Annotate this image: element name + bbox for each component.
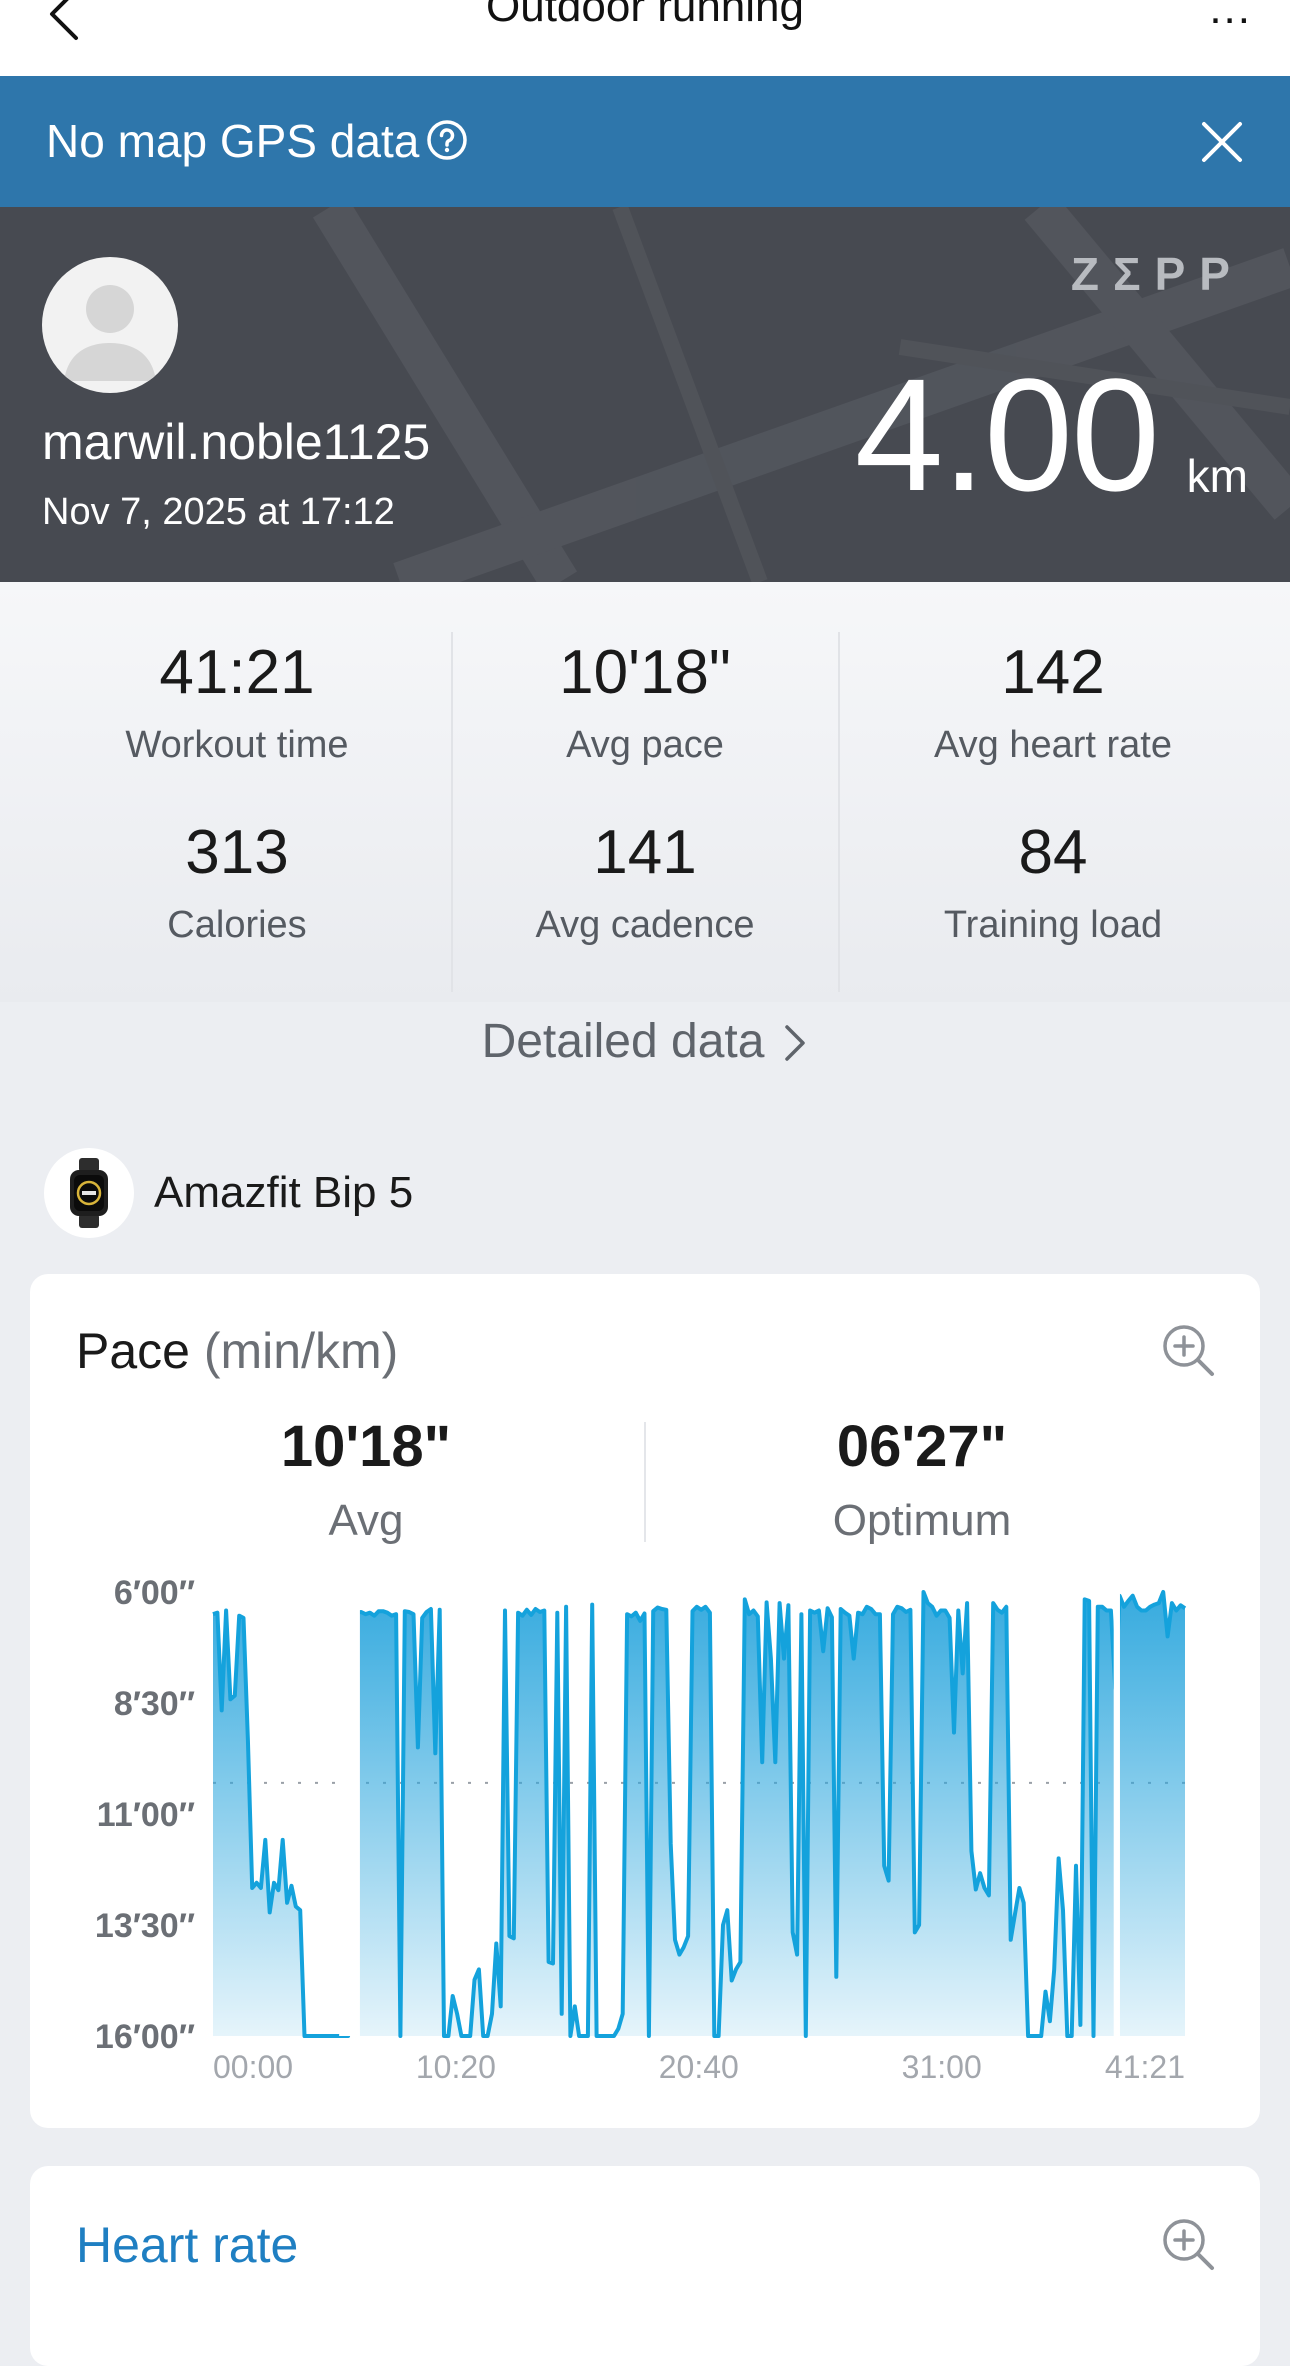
stat-label: Avg cadence [535,904,755,946]
x-tick-label: 31:00 [902,2049,982,2085]
data-gap [339,1582,360,2036]
pace-title: Pace [76,1323,190,1379]
divider [451,632,453,992]
pace-optimum-label: Optimum [832,1496,1012,1545]
user-silhouette-icon [64,285,156,381]
pace-chart: 6′00″ 8′30″ 11′00″ 13′30″ 16′00″ 00:00 10:20 2… [95,1574,1187,2085]
heart-rate-title[interactable]: Heart rate [76,2216,298,2274]
pace-avg-summary: 10'18" Avg [86,1418,646,1546]
workout-datetime: Nov 7, 2025 at 17:12 [42,491,395,533]
chevron-right-icon [785,1025,806,1061]
stat-label: Avg pace [566,724,724,766]
more-options-icon[interactable]: ... [1209,0,1252,34]
stat-calories: 313 Calories [47,822,427,947]
no-gps-banner: No map GPS data [0,76,1290,207]
detailed-data-label: Detailed data [481,1015,765,1068]
distance-value: 4.00 [854,345,1160,524]
stat-training-load: 84 Training load [863,822,1243,947]
pace-avg-value: 10'18" [280,1414,452,1479]
stat-avg-heart-rate: 142 Avg heart rate [863,642,1243,767]
stat-avg-cadence: 141 Avg cadence [455,822,835,947]
stat-value: 313 [185,818,289,887]
heart-rate-card: Heart rate [30,2166,1260,2366]
pace-card-title: Pace (min/km) [76,1322,398,1380]
no-gps-banner-text: No map GPS data [46,115,420,167]
y-tick-label: 11′00″ [97,1796,195,1834]
stat-value: 10'18" [559,638,731,707]
y-tick-label: 6′00″ [114,1574,195,1612]
stat-label: Workout time [125,724,349,766]
x-tick-label: 20:40 [659,2049,739,2085]
x-tick-label: 41:21 [1105,2049,1185,2085]
watch-icon [44,1148,134,1238]
distance-unit: km [1186,450,1248,502]
avatar[interactable] [42,257,178,393]
workout-hero: marwil.noble1125 Nov 7, 2025 at 17:12 ZΣ… [0,207,1290,582]
help-circle-icon[interactable] [426,119,468,161]
stat-value: 142 [1001,638,1105,707]
stat-label: Training load [943,904,1163,946]
page-title: Outdoor running [486,0,804,31]
y-tick-label: 13′30″ [95,1907,195,1945]
stat-value: 141 [593,818,697,887]
stats-grid: 41:21 Workout time 10'18" Avg pace 142 A… [0,582,1290,1068]
data-gap [1113,1582,1120,2036]
x-tick-label: 00:00 [213,2049,293,2085]
pace-optimum-summary: 06'27" Optimum [642,1418,1202,1546]
stat-workout-time: 41:21 Workout time [47,642,427,767]
zoom-in-icon[interactable] [1160,1322,1216,1378]
zepp-logo: ZΣPP [1070,248,1244,300]
username: marwil.noble1125 [42,414,431,470]
divider [838,632,840,992]
close-icon[interactable] [1200,120,1244,164]
device-name: Amazfit Bip 5 [154,1168,414,1217]
pace-unit: (min/km) [203,1323,399,1379]
y-tick-label: 8′30″ [114,1685,195,1723]
y-tick-label: 16′00″ [95,2018,195,2056]
stat-label: Avg heart rate [933,724,1172,766]
top-bar: Outdoor running ... [0,0,1290,76]
pace-card: Pace (min/km) 10'18" Avg 06'27" Optimum … [30,1274,1260,2128]
stat-label: Calories [167,904,307,946]
x-tick-label: 10:20 [416,2049,496,2085]
stat-value: 41:21 [159,638,315,707]
pace-optimum-value: 06'27" [836,1414,1008,1479]
zoom-in-icon[interactable] [1160,2216,1216,2272]
stat-avg-pace: 10'18" Avg pace [455,642,835,767]
detailed-data-link[interactable]: Detailed data [0,1014,1290,1069]
pace-avg-label: Avg [328,1496,404,1545]
stat-value: 84 [1018,818,1088,887]
